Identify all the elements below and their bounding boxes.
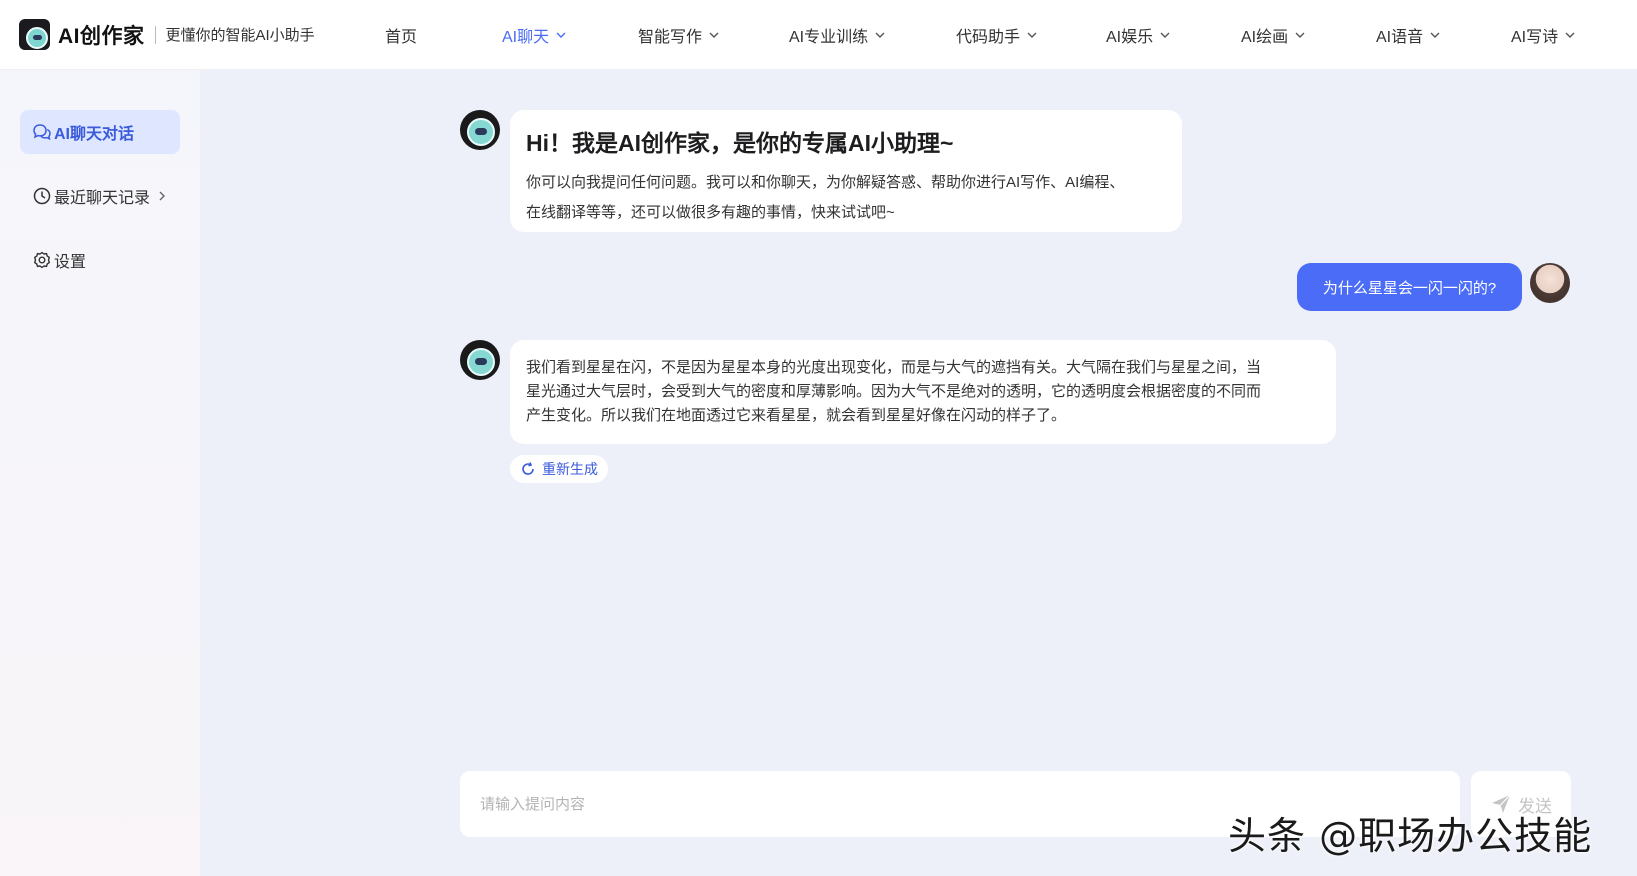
sidebar-item-label: AI聊天对话: [54, 126, 135, 143]
nav-smart-writing[interactable]: 智能写作: [638, 0, 720, 70]
chevron-down-icon: [875, 32, 885, 38]
answer-text-line: 产生变化。所以我们在地面透过它来看星星，就会看到星星好像在闪动的样子了。: [526, 407, 1067, 424]
nav-ai-training-label: AI专业训练: [789, 29, 869, 46]
chevron-right-icon: [159, 191, 166, 201]
regenerate-label: 重新生成: [542, 461, 598, 477]
sidebar-item-label: 最近聊天记录: [54, 190, 151, 207]
sidebar-item-recent-chats[interactable]: 最近聊天记录: [20, 174, 180, 218]
nav-ai-chat-label: AI聊天: [502, 29, 550, 46]
user-message-bubble: 为什么星星会一闪一闪的?: [1297, 263, 1522, 311]
answer-text-line: 我们看到星星在闪，不是因为星星本身的光度出现变化，而是与大气的遮挡有关。大气隔在…: [526, 359, 1262, 376]
logo-divider: [154, 25, 156, 44]
chevron-down-icon: [1027, 32, 1037, 38]
nav-ai-entertainment[interactable]: AI娱乐: [1106, 0, 1171, 70]
nav-ai-voice-label: AI语音: [1376, 29, 1424, 46]
bot-avatar: [460, 110, 500, 150]
watermark: 头条 @职场办公技能: [1228, 814, 1593, 858]
nav-ai-entertainment-label: AI娱乐: [1106, 29, 1154, 46]
sidebar-item-ai-chat[interactable]: AI聊天对话: [20, 110, 180, 154]
refresh-icon: [522, 462, 534, 475]
nav-ai-voice[interactable]: AI语音: [1376, 0, 1441, 70]
chat-bubbles-icon: [33, 124, 51, 141]
sidebar-item-label: 设置: [54, 254, 87, 271]
nav-ai-poetry[interactable]: AI写诗: [1511, 0, 1576, 70]
chevron-down-icon: [1430, 32, 1440, 38]
logo-icon: [19, 19, 50, 50]
user-avatar: [1530, 263, 1570, 303]
nav-ai-chat[interactable]: AI聊天: [502, 0, 567, 70]
greeting-text-line: 你可以向我提问任何问题。我可以和你聊天，为你解疑答惑、帮助你进行AI写作、AI编…: [526, 174, 1125, 191]
nav-ai-painting-label: AI绘画: [1241, 29, 1289, 46]
gear-icon: [34, 251, 50, 269]
logo-slogan: 更懂你的智能AI小助手: [165, 27, 315, 44]
bot-avatar: [460, 340, 500, 380]
sidebar-item-settings[interactable]: 设置: [20, 238, 180, 282]
nav-ai-painting[interactable]: AI绘画: [1241, 0, 1306, 70]
nav-smart-writing-label: 智能写作: [638, 29, 703, 46]
nav-home-label: 首页: [385, 29, 418, 46]
clock-icon: [33, 187, 51, 205]
chevron-down-icon: [1295, 32, 1305, 38]
chat-area: Hi！我是AI创作家，是你的专属AI小助理~ 你可以向我提问任何问题。我可以和你…: [200, 70, 1637, 876]
nav-code-assistant-label: 代码助手: [956, 29, 1021, 46]
top-header: AI创作家 更懂你的智能AI小助手 首页 AI聊天 智能写作 AI专业训练 代码…: [0, 0, 1637, 70]
user-message-text: 为什么星星会一闪一闪的?: [1322, 279, 1497, 297]
chevron-down-icon: [709, 32, 719, 38]
greeting-text-line: 在线翻译等等，还可以做很多有趣的事情，快来试试吧~: [526, 204, 895, 221]
chevron-down-icon: [556, 32, 566, 38]
logo-text: AI创作家: [58, 24, 145, 48]
chevron-down-icon: [1160, 32, 1170, 38]
chevron-down-icon: [1565, 32, 1575, 38]
nav-ai-training[interactable]: AI专业训练: [789, 0, 886, 70]
bot-answer-bubble: 我们看到星星在闪，不是因为星星本身的光度出现变化，而是与大气的遮挡有关。大气隔在…: [510, 340, 1336, 444]
sidebar: AI聊天对话 最近聊天记录 设置: [0, 70, 200, 876]
nav-home[interactable]: 首页: [385, 0, 417, 70]
nav-code-assistant[interactable]: 代码助手: [956, 0, 1038, 70]
logo[interactable]: AI创作家 更懂你的智能AI小助手: [19, 19, 315, 50]
regenerate-button[interactable]: 重新生成: [510, 455, 608, 483]
bot-greeting-bubble: Hi！我是AI创作家，是你的专属AI小助理~ 你可以向我提问任何问题。我可以和你…: [510, 110, 1182, 232]
answer-text-line: 星光通过大气层时，会受到大气的密度和厚薄影响。因为大气不是绝对的透明，它的透明度…: [526, 383, 1262, 400]
greeting-title: Hi！我是AI创作家，是你的专属AI小助理~: [526, 130, 954, 156]
nav-ai-poetry-label: AI写诗: [1511, 29, 1559, 46]
